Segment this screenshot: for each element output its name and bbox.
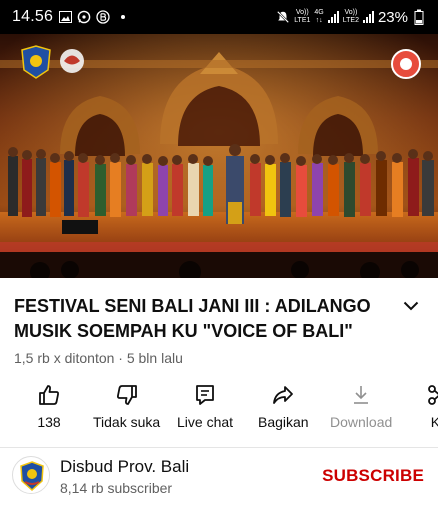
- action-row: 138 Tidak suka Live chat Bagikan Downloa…: [0, 382, 438, 438]
- chevron-down-icon[interactable]: [401, 296, 421, 316]
- status-time: 14.56: [12, 8, 54, 25]
- tvri-logo: [391, 49, 421, 79]
- video-meta: 1,5 rb x ditonton · 5 bln lalu: [14, 350, 183, 366]
- like-count: 138: [37, 414, 61, 430]
- channel-name[interactable]: Disbud Prov. Bali: [60, 457, 189, 477]
- video-title[interactable]: FESTIVAL SENI BALI JANI III : ADILANGO M…: [14, 294, 384, 344]
- image-icon: [58, 10, 72, 24]
- net-bottom-label: LTE1: [294, 17, 311, 24]
- chat-icon: [192, 382, 218, 408]
- title-row[interactable]: FESTIVAL SENI BALI JANI III : ADILANGO M…: [14, 294, 424, 344]
- net-indicator-2: 4G ↑↓: [314, 9, 323, 25]
- net2-top-label: 4G: [314, 9, 324, 16]
- like-button[interactable]: 138: [36, 382, 62, 430]
- live-chat-label: Live chat: [177, 414, 234, 430]
- signal-icon-2: [362, 11, 374, 23]
- net3-bottom-label: LTE2: [342, 17, 359, 24]
- festival-logo: [60, 49, 84, 73]
- scissors-icon: [424, 382, 438, 408]
- share-label: Bagikan: [258, 414, 309, 430]
- channel-row[interactable]: Disbud Prov. Bali 8,14 rb subscriber SUB…: [0, 452, 438, 504]
- video-player[interactable]: [0, 34, 438, 278]
- subscriber-count: 8,14 rb subscriber: [60, 480, 173, 496]
- share-icon: [270, 382, 296, 408]
- download-label: Download: [330, 414, 393, 430]
- b-icon: [96, 10, 110, 24]
- net-indicator-3: Vo)) LTE2: [343, 9, 359, 25]
- battery-level: 23%: [377, 8, 408, 26]
- video-frame: [0, 34, 438, 278]
- net2-arrows-icon: ↑↓: [315, 17, 323, 24]
- live-chat-button[interactable]: Live chat: [177, 382, 233, 430]
- avatar[interactable]: [12, 456, 50, 494]
- net3-top-label: Vo)): [344, 9, 358, 16]
- status-left: 14.56: [12, 8, 126, 26]
- clip-label: Kl: [430, 414, 438, 430]
- dot-icon: [121, 15, 126, 19]
- stage-monitor: [62, 220, 98, 234]
- clip-button[interactable]: Kl: [424, 382, 438, 430]
- subscribe-button[interactable]: SUBSCRIBE: [322, 466, 424, 486]
- signal-icon: [327, 11, 339, 23]
- battery-icon: [412, 9, 426, 25]
- download-icon: [348, 382, 374, 408]
- thumbs-up-icon: [36, 382, 62, 408]
- dislike-button[interactable]: Tidak suka: [93, 382, 160, 430]
- dislike-label: Tidak suka: [93, 414, 161, 430]
- thumbs-down-icon: [114, 382, 140, 408]
- download-button[interactable]: Download: [330, 382, 392, 430]
- mute-icon: [276, 10, 290, 24]
- status-right: Vo)) LTE1 4G ↑↓ Vo)) LTE2 23%: [276, 9, 426, 26]
- net-indicator-1: Vo)) LTE1: [294, 9, 310, 25]
- whatsapp-icon: [77, 10, 91, 24]
- status-bar: 14.56 Vo)) LTE1 4G ↑↓ Vo)) LTE2 23%: [0, 0, 438, 34]
- divider: [0, 447, 438, 448]
- net-top-label: Vo)): [295, 9, 309, 16]
- share-button[interactable]: Bagikan: [258, 382, 309, 430]
